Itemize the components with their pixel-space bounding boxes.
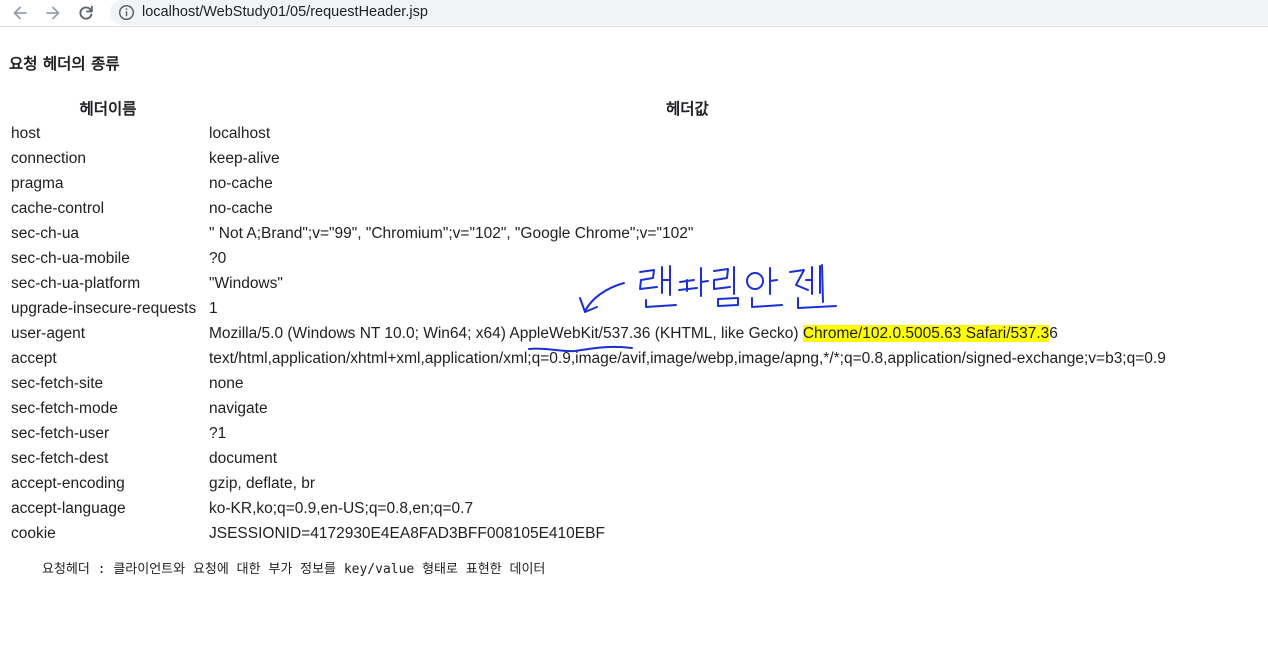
header-value-cell: ko-KR,ko;q=0.9,en-US;q=0.8,en;q=0.7 <box>209 499 474 517</box>
arrow-left-icon <box>13 6 27 20</box>
table-body: host localhost connection keep-alive pragma n… <box>10 121 1167 546</box>
header-name-cell: upgrade-insecure-requests <box>11 299 197 317</box>
reload-icon <box>79 5 93 20</box>
header-name-cell: accept-language <box>11 499 126 517</box>
info-circle-icon[interactable] <box>118 4 135 21</box>
table-row: sec-ch-ua-platform "Windows" <box>10 271 1167 296</box>
table-row: upgrade-insecure-requests 1 <box>10 296 1167 321</box>
table-row: user-agent Mozilla/5.0 (Windows NT 10.0; … <box>10 321 1167 346</box>
header-value-cell: document <box>209 449 278 467</box>
header-name-cell: sec-fetch-mode <box>11 399 118 417</box>
table-row: sec-ch-ua-mobile ?0 <box>10 246 1167 271</box>
header-name-cell: pragma <box>11 174 64 192</box>
header-value-cell: no-cache <box>209 199 273 217</box>
table-header-row: 헤더이름 헤더값 <box>10 95 1167 121</box>
table-row: accept text/html,application/xhtml+xml,ap… <box>10 346 1167 371</box>
header-name-cell: accept-encoding <box>11 474 125 492</box>
header-name-cell: cookie <box>11 524 56 542</box>
header-value-text: 6 <box>1049 324 1058 342</box>
header-value-cell: no-cache <box>209 174 273 192</box>
header-value-cell: Mozilla/5.0 (Windows NT 10.0; Win64; x64… <box>208 321 1167 346</box>
page-title: 요청 헤더의 종류 <box>9 55 120 73</box>
table-row: sec-fetch-dest document <box>10 446 1167 471</box>
header-name-cell: sec-ch-ua-platform <box>11 274 141 292</box>
table-row: host localhost <box>10 121 1167 146</box>
table-row: sec-ch-ua " Not A;Brand";v="99", "Chromiu… <box>10 221 1167 246</box>
highlighted-text: Chrome/102.0.5005.63 Safari/537.3 <box>802 324 1050 342</box>
header-value-column-heading: 헤더값 <box>666 100 709 118</box>
url-text[interactable]: localhost/WebStudy01/05/requestHeader.js… <box>142 4 428 20</box>
header-value-cell: ?0 <box>209 249 227 267</box>
forward-button[interactable] <box>41 1 65 25</box>
header-value-cell: "Windows" <box>209 274 283 292</box>
header-value-cell: navigate <box>209 399 268 417</box>
header-name-cell: sec-fetch-dest <box>11 449 109 467</box>
header-value-cell: localhost <box>209 124 271 142</box>
table-row: connection keep-alive <box>10 146 1167 171</box>
back-button[interactable] <box>8 1 32 25</box>
footnote: 요청헤더 : 클라이언트와 요청에 대한 부가 정보를 key/value 형태… <box>42 562 546 577</box>
header-value-cell: 1 <box>209 299 218 317</box>
header-value-text: Mozilla/5.0 (Windows NT 10.0; Win64; x64… <box>209 324 803 342</box>
request-header-table: 헤더이름 헤더값 host localhost connection keep-ali… <box>8 95 1169 546</box>
table-row: cache-control no-cache <box>10 196 1167 221</box>
header-name-column-heading: 헤더이름 <box>79 100 137 118</box>
reload-button[interactable] <box>74 1 98 25</box>
header-value-cell: " Not A;Brand";v="99", "Chromium";v="102… <box>209 224 694 242</box>
header-name-cell: sec-fetch-user <box>11 424 110 442</box>
table-row: accept-language ko-KR,ko;q=0.9,en-US;q=0.… <box>10 496 1167 521</box>
header-value-cell: keep-alive <box>209 149 280 167</box>
table-row: accept-encoding gzip, deflate, br <box>10 471 1167 496</box>
header-name-cell: host <box>11 124 41 142</box>
header-value-cell: gzip, deflate, br <box>209 474 315 492</box>
table-row: sec-fetch-site none <box>10 371 1167 396</box>
header-name-cell: cache-control <box>11 199 105 217</box>
header-name-cell: user-agent <box>11 324 86 342</box>
header-value-cell: JSESSIONID=4172930E4EA8FAD3BFF008105E410… <box>209 524 605 542</box>
table-row: cookie JSESSIONID=4172930E4EA8FAD3BFF0081… <box>10 521 1167 546</box>
browser-toolbar: localhost/WebStudy01/05/requestHeader.js… <box>0 0 1268 27</box>
header-value-cell: ?1 <box>209 424 227 442</box>
header-name-cell: connection <box>11 149 86 167</box>
header-name-cell: accept <box>11 349 57 367</box>
header-value-cell: none <box>209 374 244 392</box>
table-row: sec-fetch-mode navigate <box>10 396 1167 421</box>
page-content: 요청 헤더의 종류 헤더이름 헤더값 host localhost connecti… <box>0 27 1268 648</box>
arrow-right-icon <box>46 6 60 20</box>
header-name-cell: sec-ch-ua-mobile <box>11 249 130 267</box>
address-bar[interactable]: localhost/WebStudy01/05/requestHeader.js… <box>110 0 1268 25</box>
table-row: pragma no-cache <box>10 171 1167 196</box>
table-row: sec-fetch-user ?1 <box>10 421 1167 446</box>
header-name-cell: sec-ch-ua <box>11 224 80 242</box>
header-value-cell: text/html,application/xhtml+xml,applicat… <box>209 349 1166 367</box>
header-name-cell: sec-fetch-site <box>11 374 104 392</box>
